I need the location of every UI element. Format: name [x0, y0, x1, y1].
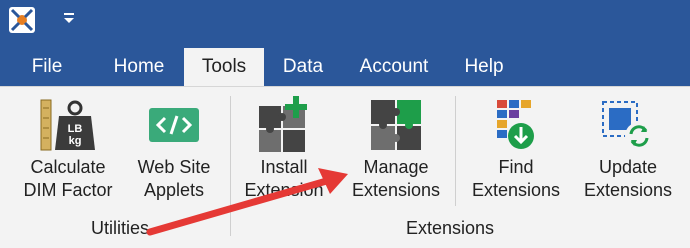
app-logo-icon[interactable]: [9, 7, 35, 33]
svg-text:kg: kg: [69, 135, 82, 147]
update-extensions-label: Update Extensions: [583, 157, 673, 200]
tab-data[interactable]: Data: [272, 48, 334, 86]
group-label-utilities: Utilities: [90, 218, 149, 238]
tab-account[interactable]: Account: [346, 48, 442, 86]
puzzle-pieces-icon: [367, 96, 425, 154]
download-grid-icon: [487, 96, 545, 154]
calculate-dim-factor-button[interactable]: LB kg Calculate DIM Factor: [18, 92, 118, 210]
update-refresh-icon: [599, 96, 657, 154]
find-extensions-button[interactable]: Find Extensions: [466, 92, 566, 210]
puzzle-plus-icon: [255, 96, 313, 154]
calculate-dim-factor-label: Calculate DIM Factor: [23, 157, 113, 200]
manage-extensions-label: Manage Extensions: [351, 157, 441, 200]
manage-extensions-button[interactable]: Manage Extensions: [344, 92, 448, 210]
svg-text:LB: LB: [68, 123, 83, 135]
group-separator: [230, 96, 231, 236]
title-bar: [0, 0, 690, 40]
tab-file[interactable]: File: [12, 48, 82, 86]
install-extension-label: Install Extension: [244, 157, 324, 200]
tab-tools[interactable]: Tools: [184, 48, 264, 86]
update-extensions-button[interactable]: Update Extensions: [578, 92, 678, 210]
quick-access-dropdown-icon[interactable]: [60, 9, 78, 27]
button-separator: [455, 96, 456, 206]
code-tag-icon: [145, 96, 203, 154]
tab-home[interactable]: Home: [102, 48, 176, 86]
install-extension-button[interactable]: Install Extension: [238, 92, 330, 210]
weight-scale-icon: LB kg: [39, 96, 97, 154]
find-extensions-label: Find Extensions: [471, 157, 561, 200]
tab-help[interactable]: Help: [452, 48, 516, 86]
web-site-applets-button[interactable]: Web Site Applets: [126, 92, 222, 210]
ribbon-tab-bar: File Home Tools Data Account Help: [0, 40, 690, 86]
web-site-applets-label: Web Site Applets: [137, 157, 211, 200]
group-label-extensions: Extensions: [405, 218, 495, 238]
